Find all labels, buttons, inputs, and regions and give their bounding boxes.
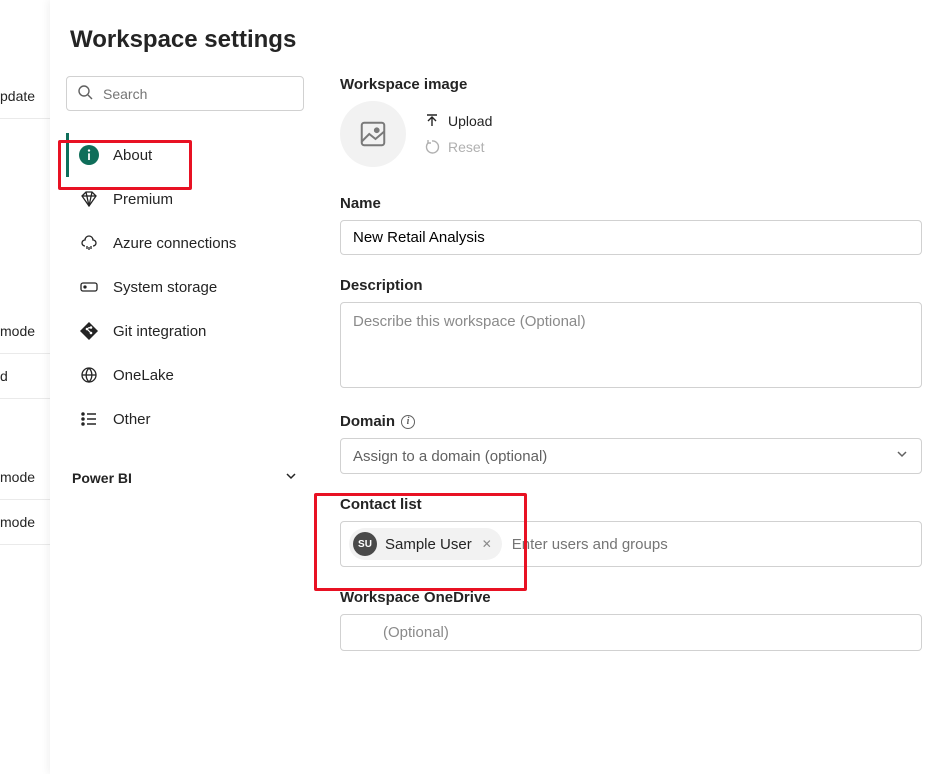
nav-label: Other [113, 411, 151, 428]
nav-storage[interactable]: System storage [66, 265, 304, 309]
name-label: Name [340, 195, 922, 212]
nav-label: OneLake [113, 367, 174, 384]
info-icon [79, 145, 99, 165]
contact-list-input[interactable]: SU Sample User ✕ [340, 521, 922, 567]
search-input[interactable] [66, 76, 304, 111]
domain-label: Domain [340, 413, 395, 430]
description-input[interactable] [340, 302, 922, 388]
nav-label: System storage [113, 279, 217, 296]
contact-chip-name: Sample User [385, 536, 472, 553]
cloud-icon [79, 233, 99, 253]
search-field[interactable] [101, 85, 293, 103]
nav-other[interactable]: Other [66, 397, 304, 441]
nav-premium[interactable]: Premium [66, 177, 304, 221]
info-icon[interactable]: i [401, 415, 415, 429]
bg-item: mode [0, 309, 50, 354]
contact-chip[interactable]: SU Sample User ✕ [349, 528, 502, 560]
nav-about[interactable]: About [66, 133, 304, 177]
diamond-icon [79, 189, 99, 209]
workspace-image-label: Workspace image [340, 76, 922, 93]
reset-button: Reset [424, 139, 492, 155]
nav-label: Premium [113, 191, 173, 208]
list-icon [79, 409, 99, 429]
onedrive-label: Workspace OneDrive [340, 589, 922, 606]
upload-button[interactable]: Upload [424, 113, 492, 129]
nav-label: Git integration [113, 323, 206, 340]
nav-label: About [113, 147, 152, 164]
domain-select[interactable]: Assign to a domain (optional) [340, 438, 922, 474]
storage-icon [79, 277, 99, 297]
onedrive-input-wrap[interactable] [340, 614, 922, 651]
expander-label: Power BI [72, 470, 132, 486]
main-content: Workspace image Upload Reset [340, 76, 922, 673]
chevron-down-icon [895, 447, 909, 465]
background-list: pdate mode d mode mode [0, 0, 50, 545]
name-input[interactable] [340, 220, 922, 255]
nav-git[interactable]: Git integration [66, 309, 304, 353]
onedrive-input[interactable] [381, 623, 909, 642]
avatar: SU [353, 532, 377, 556]
domain-placeholder: Assign to a domain (optional) [353, 448, 547, 465]
remove-chip-icon[interactable]: ✕ [480, 537, 494, 551]
sidebar: About Premium Azure connections System s… [66, 76, 304, 673]
bg-item: mode [0, 500, 50, 545]
description-label: Description [340, 277, 922, 294]
bg-item: pdate [0, 74, 50, 119]
image-icon [358, 119, 388, 149]
nav-azure[interactable]: Azure connections [66, 221, 304, 265]
chevron-down-icon [284, 469, 298, 486]
reset-icon [424, 139, 440, 155]
nav-onelake[interactable]: OneLake [66, 353, 304, 397]
upload-label: Upload [448, 113, 492, 129]
powerbi-expander[interactable]: Power BI [66, 455, 304, 486]
reset-label: Reset [448, 139, 485, 155]
onelake-icon [79, 365, 99, 385]
workspace-image-placeholder[interactable] [340, 101, 406, 167]
search-icon [77, 84, 93, 103]
bg-item: mode [0, 455, 50, 500]
upload-icon [424, 113, 440, 129]
bg-item: d [0, 354, 50, 399]
settings-panel: Workspace settings About Premium [50, 0, 950, 774]
contact-text-input[interactable] [510, 535, 913, 554]
git-icon [79, 321, 99, 341]
contact-list-label: Contact list [340, 496, 922, 513]
page-title: Workspace settings [70, 26, 922, 54]
nav-label: Azure connections [113, 235, 236, 252]
